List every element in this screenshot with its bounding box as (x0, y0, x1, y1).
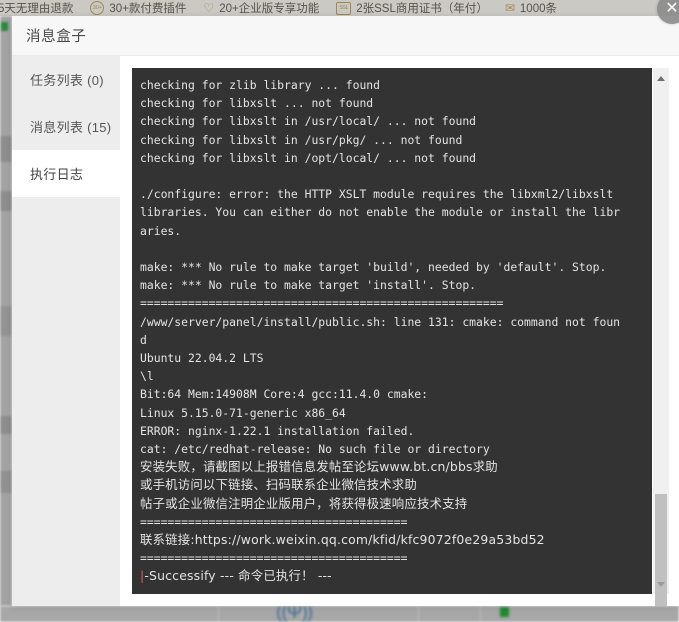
sidebar-item-message-list[interactable]: 消息列表 (15) (12, 103, 120, 150)
log-line: ========================================… (140, 296, 504, 311)
log-line: ======================================= (140, 514, 408, 529)
sidebar-item-task-list[interactable]: 任务列表 (0) (12, 56, 120, 103)
log-line: checking for libxslt in /usr/local/ ... … (140, 114, 477, 129)
sidebar-item-label: 任务列表 (0) (30, 73, 104, 88)
plugin-circle-icon: 30+ (90, 1, 105, 15)
promo-item-enterprise: ♡ 20+企业版专享功能 (203, 0, 319, 16)
toolbar-segment (418, 606, 481, 622)
log-line: Linux 5.15.0-71-generic x86_64 (140, 405, 346, 420)
log-pane: checking for zlib library ... found check… (120, 56, 679, 606)
toolbar-segment (0, 606, 219, 622)
log-line: Ubuntu 22.04.2 LTS (140, 351, 264, 366)
promo-label: 30+款付费插件 (109, 3, 187, 15)
log-line: ERROR: nginx-1.22.1 installation failed. (140, 423, 415, 438)
message-box-dialog: 消息盒子 任务列表 (0) 消息列表 (15) 执行日志 checking fo… (12, 16, 679, 606)
sidebar-item-label: 执行日志 (30, 167, 84, 182)
log-output: checking for zlib library ... found check… (140, 76, 642, 586)
page-title: 消息盒子 (26, 29, 87, 45)
strip-mark (0, 306, 12, 336)
log-line: Bit:64 Mem:14908M Core:4 gcc:11.4.0 cmak… (140, 387, 429, 402)
log-line: 帖子或企业微信注明企业版用户，将获得极速响应技术支持 (140, 495, 468, 511)
dialog-body: 任务列表 (0) 消息列表 (15) 执行日志 checking for zli… (12, 56, 679, 606)
log-line: cat: /etc/redhat-release: No such file o… (140, 442, 490, 457)
strip-mark (1, 22, 8, 31)
log-line: 安装失败，请截图以上报错信息发帖至论坛www.bt.cn/bbs求助 (140, 459, 498, 475)
lock-icon (500, 607, 509, 617)
promo-label: 2张SSL商用证书（年付） (356, 3, 488, 15)
log-line: libraries. You can either do not enable … (140, 205, 621, 220)
log-line: make: *** No rule to make target 'build'… (140, 260, 607, 275)
log-line: checking for libxslt ... not found (140, 96, 374, 111)
strip-mark (0, 416, 12, 434)
sidebar-item-label: 消息列表 (15) (30, 120, 112, 135)
log-line-prefix: | (140, 568, 145, 584)
log-scrollbar[interactable] (653, 68, 669, 606)
log-line: checking for zlib library ... found (140, 78, 381, 92)
promo-item-refund: 5天无理由退款 (0, 0, 73, 16)
log-line: aries. (140, 223, 182, 238)
log-line: checking for libxslt in /opt/local/ ... … (140, 150, 477, 165)
shield-icon: ♡ (203, 1, 215, 15)
log-line: 或手机访问以下链接、扫码联系企业微信技术求助 (140, 477, 417, 493)
promo-item-messages: ✉ 1000条 (505, 0, 557, 16)
promo-item-plugins: 30+ 30+款付费插件 (90, 0, 186, 16)
ssl-badge-icon: SSL (336, 1, 352, 15)
promo-label: 5天无理由退款 (0, 3, 74, 15)
mail-icon: ✉ (504, 1, 515, 15)
log-line: 联系链接:https://work.weixin.qq.com/kfid/kfc… (140, 532, 545, 548)
dialog-header: 消息盒子 (12, 16, 679, 56)
promo-item-ssl: SSL 2张SSL商用证书（年付） (336, 0, 488, 16)
promo-label: 20+企业版专享功能 (219, 3, 320, 15)
log-line: d (140, 332, 147, 347)
promo-label: 1000条 (519, 3, 557, 15)
log-line: /www/server/panel/install/public.sh: lin… (140, 314, 621, 329)
log-line: |-Successify --- 命令已执行！ --- (140, 568, 332, 584)
background-left-strip (0, 16, 12, 606)
promo-banner-items: 5天无理由退款 30+ 30+款付费插件 ♡ 20+企业版专享功能 SSL 2张… (0, 0, 679, 16)
dialog-sidebar: 任务列表 (0) 消息列表 (15) 执行日志 (12, 56, 120, 606)
strip-mark (0, 471, 12, 493)
toolbar-segment (302, 606, 419, 622)
strip-mark (0, 136, 12, 162)
log-line: ======================================= (140, 551, 408, 566)
log-line: \l (140, 369, 154, 384)
log-line: ./configure: error: the HTTP XSLT module… (140, 187, 614, 202)
scroll-down-arrow-icon[interactable] (654, 577, 668, 591)
log-console[interactable]: checking for zlib library ... found check… (132, 68, 652, 594)
strip-mark (0, 191, 12, 211)
promo-banner: 5天无理由退款 30+ 30+款付费插件 ♡ 20+企业版专享功能 SSL 2张… (0, 0, 679, 16)
scroll-up-arrow-icon[interactable] (654, 71, 668, 85)
log-line: make: *** No rule to make target 'instal… (140, 278, 477, 293)
log-line: checking for libxslt in /usr/pkg/ ... no… (140, 132, 463, 147)
sidebar-item-execution-log[interactable]: 执行日志 (12, 150, 120, 197)
watermark-text: ((Ψ)) (276, 606, 313, 622)
background-bottom-toolbar: ((Ψ)) 上行 (0, 606, 679, 622)
